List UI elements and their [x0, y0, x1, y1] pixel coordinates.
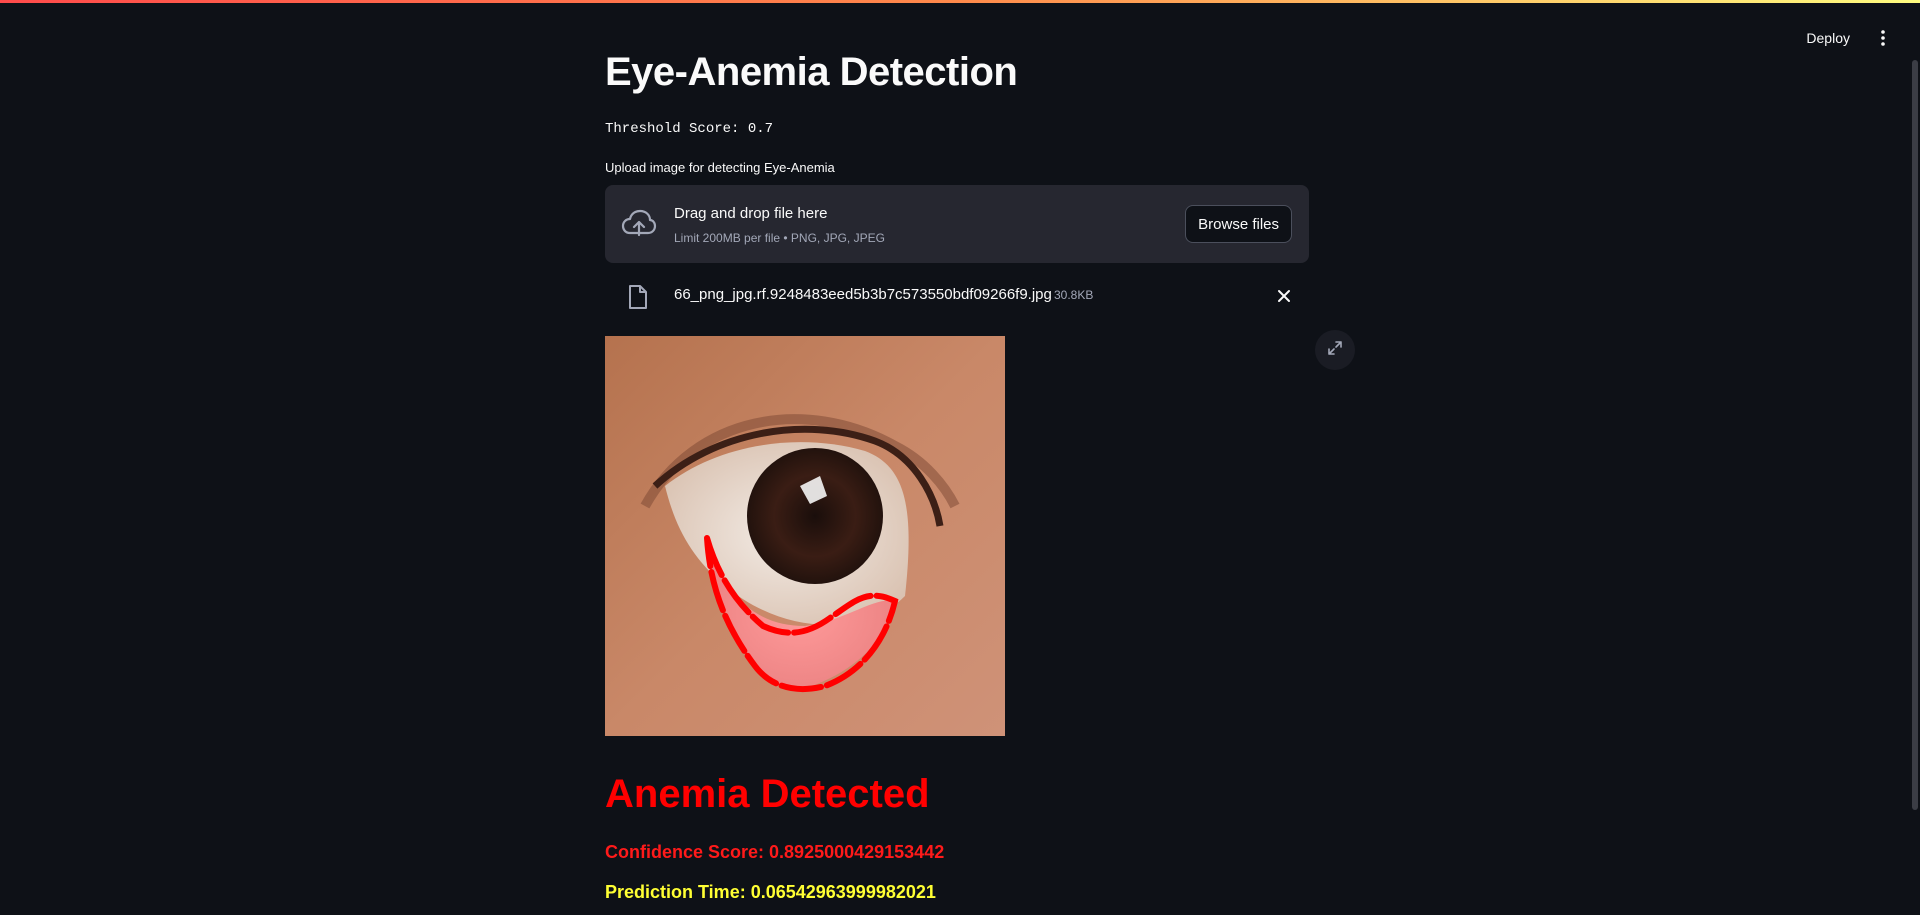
- more-vertical-icon[interactable]: [1876, 28, 1890, 48]
- close-icon[interactable]: [1276, 288, 1292, 304]
- uploaded-file-row: 66_png_jpg.rf.9248483eed5b3b7c573550bdf0…: [605, 280, 1309, 312]
- deploy-button[interactable]: Deploy: [1798, 24, 1858, 52]
- uploader-label: Upload image for detecting Eye-Anemia: [605, 160, 835, 175]
- file-icon: [627, 284, 649, 310]
- file-dropzone[interactable]: Drag and drop file here Limit 200MB per …: [605, 185, 1309, 263]
- page-scrollbar[interactable]: [1912, 60, 1918, 810]
- header-toolbar: Deploy: [1798, 24, 1890, 52]
- prediction-result-heading: Anemia Detected: [605, 772, 930, 816]
- top-decoration-bar: [0, 0, 1920, 3]
- browse-files-button[interactable]: Browse files: [1185, 205, 1292, 243]
- page-title: Eye-Anemia Detection: [605, 50, 1018, 94]
- prediction-time-text: Prediction Time: 0.06542963999982021: [605, 882, 936, 902]
- eye-detection-image: [605, 336, 1005, 736]
- dropzone-limit-text: Limit 200MB per file • PNG, JPG, JPEG: [674, 231, 885, 245]
- threshold-score-text: Threshold Score: 0.7: [605, 121, 774, 137]
- dropzone-title: Drag and drop file here: [674, 205, 828, 222]
- uploaded-file-size: 30.8KB: [1054, 288, 1094, 302]
- confidence-score-text: Confidence Score: 0.8925000429153442: [605, 842, 945, 862]
- fullscreen-expand-icon: [1327, 340, 1343, 361]
- uploaded-file-name: 66_png_jpg.rf.9248483eed5b3b7c573550bdf0…: [674, 286, 1052, 303]
- cloud-upload-icon: [621, 207, 657, 243]
- fullscreen-expand-button[interactable]: [1315, 330, 1355, 370]
